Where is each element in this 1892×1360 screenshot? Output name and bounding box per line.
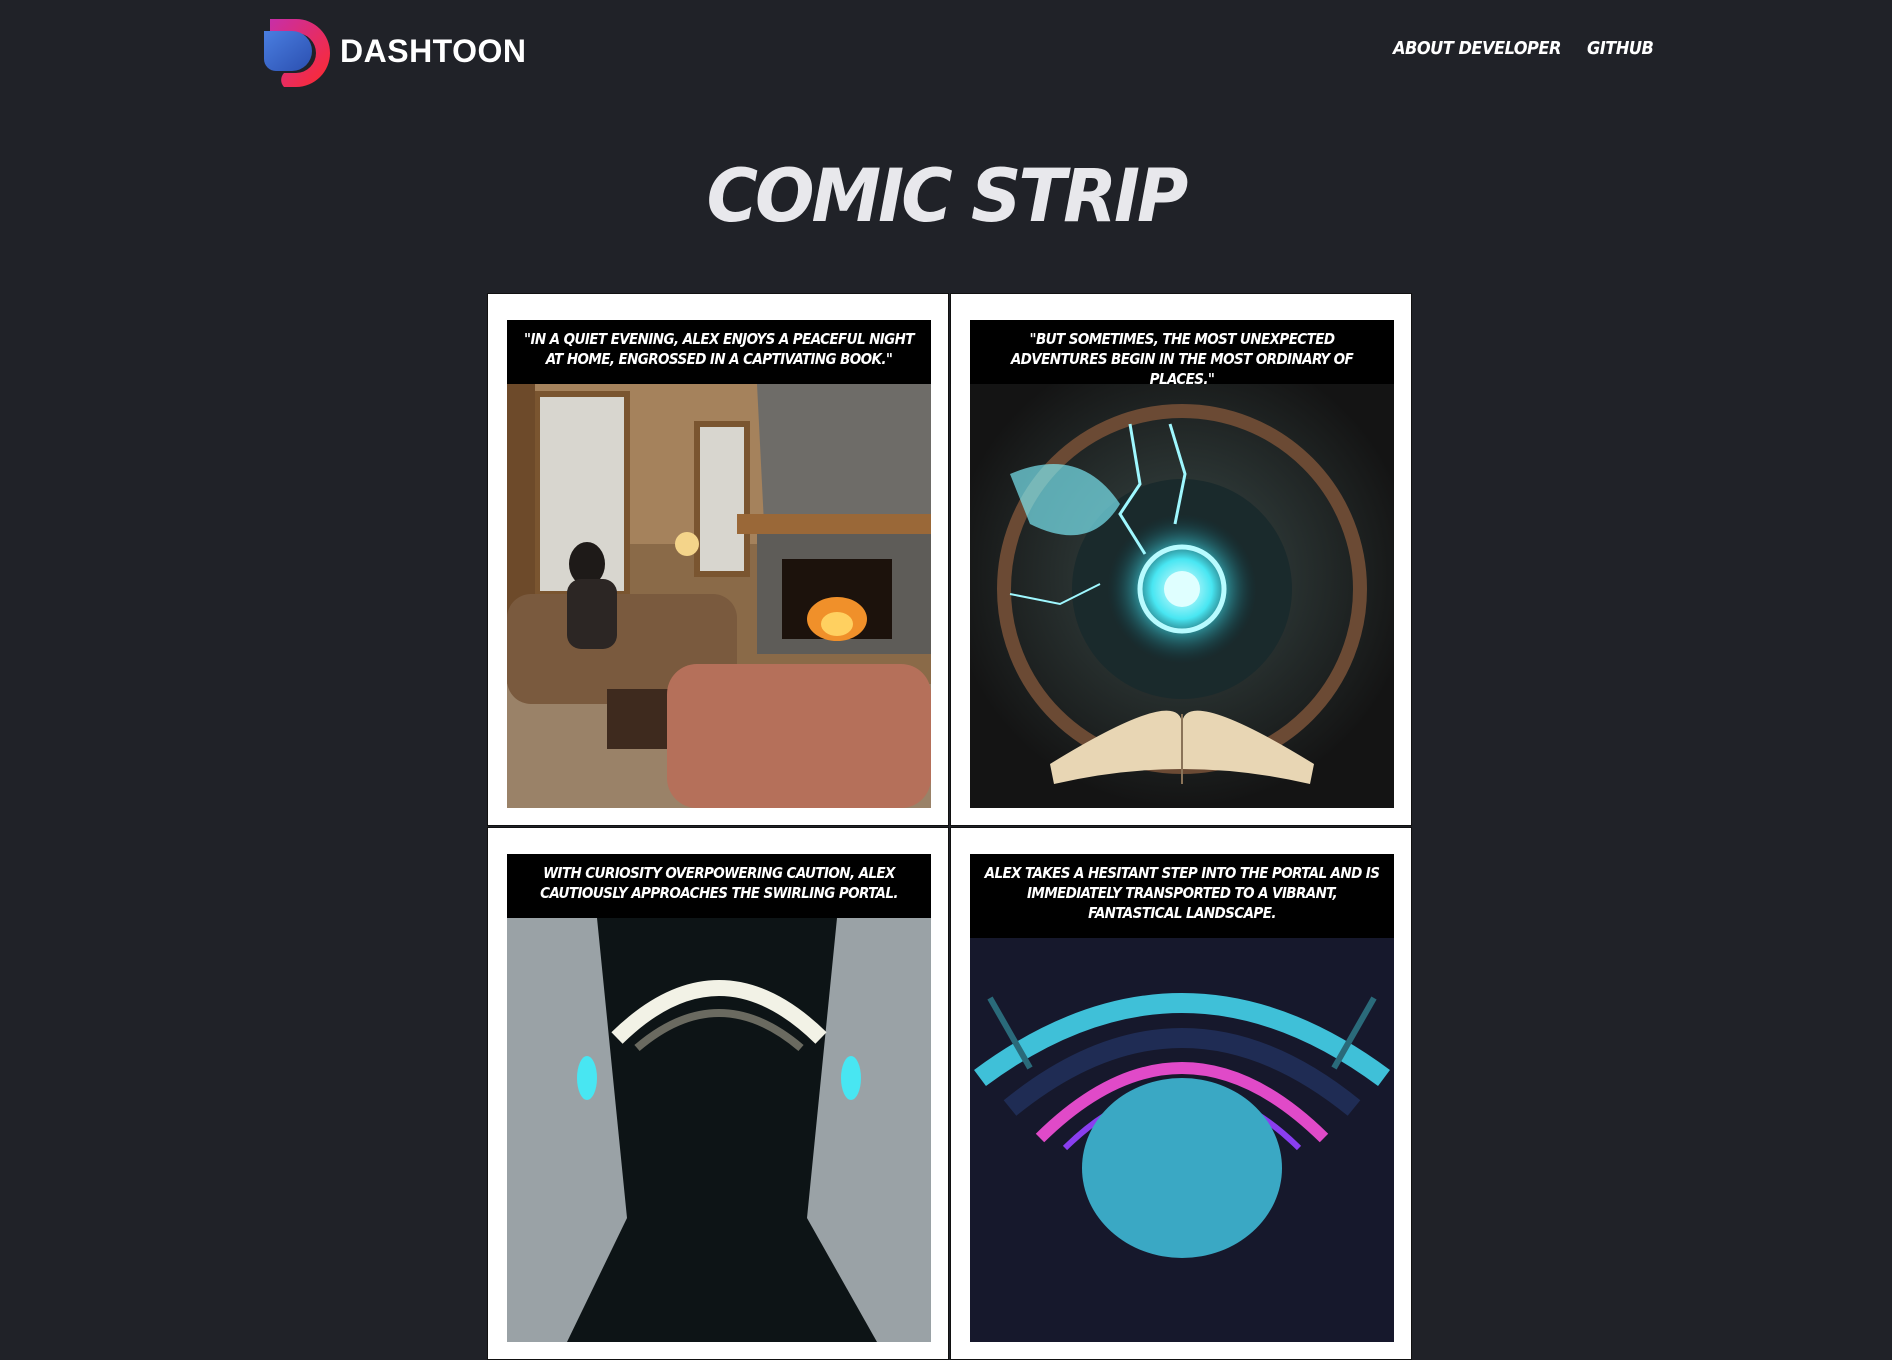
vibrant-fantasy-landscape-illustration — [970, 938, 1394, 1342]
panel-caption: WITH CURIOSITY OVERPOWERING CAUTION, ALE… — [507, 854, 931, 909]
comic-panel-2: "BUT SOMETIMES, THE MOST UNEXPECTED ADVE… — [950, 293, 1412, 826]
panel-caption: ALEX TAKES A HESITANT STEP INTO THE PORT… — [970, 854, 1394, 929]
top-navbar: DASHTOON ABOUT DEVELOPER GITHUB — [0, 0, 1892, 100]
book-glowing-portal-illustration — [970, 384, 1394, 808]
living-room-fireplace-illustration — [507, 384, 931, 808]
nav-link-about-developer[interactable]: ABOUT DEVELOPER — [1393, 38, 1561, 59]
comic-panel-4: ALEX TAKES A HESITANT STEP INTO THE PORT… — [950, 827, 1412, 1360]
comic-panel-3: WITH CURIOSITY OVERPOWERING CAUTION, ALE… — [487, 827, 949, 1360]
panel-caption: "IN A QUIET EVENING, ALEX ENJOYS A PEACE… — [507, 320, 931, 375]
brand-logo[interactable]: DASHTOON — [262, 15, 527, 87]
page-title: COMIC STRIP — [706, 152, 1189, 240]
comic-grid: "IN A QUIET EVENING, ALEX ENJOYS A PEACE… — [487, 293, 1412, 1360]
dashtoon-logo-icon — [264, 19, 330, 87]
nav-link-github[interactable]: GITHUB — [1587, 38, 1654, 59]
swirling-portal-tunnel-illustration — [507, 918, 931, 1342]
comic-panel-1: "IN A QUIET EVENING, ALEX ENJOYS A PEACE… — [487, 293, 949, 826]
brand-name: DASHTOON — [340, 32, 527, 69]
